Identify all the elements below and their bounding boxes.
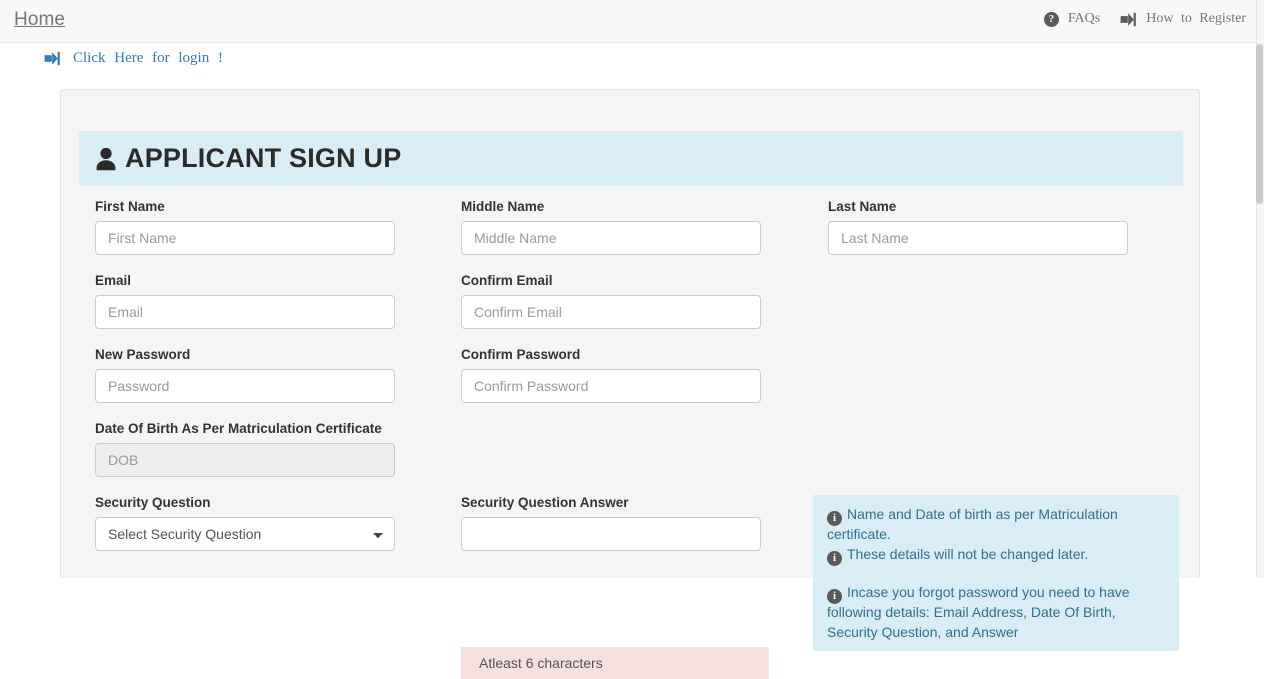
alert-name-dob-line-2: i These details will not be changed later…: [827, 544, 1167, 566]
email-input[interactable]: [95, 295, 395, 329]
sign-in-icon: [1120, 12, 1137, 27]
field-group-confirm-email: Confirm Email: [461, 273, 761, 329]
nav-link-faqs-label: FAQs: [1067, 11, 1101, 26]
field-group-confirm-password: Confirm Password: [461, 347, 761, 403]
field-group-new-password: New Password: [95, 347, 395, 403]
page-title-text: APPLICANT SIGN UP: [125, 143, 402, 173]
top-navbar: Home ? FAQs How to Register: [0, 0, 1256, 43]
confirm-password-label: Confirm Password: [461, 347, 581, 362]
field-group-middle-name: Middle Name: [461, 199, 761, 255]
info-circle-icon: i: [827, 551, 842, 566]
confirm-email-input[interactable]: [461, 295, 761, 329]
click-here-for-login-label: Click Here for login !: [73, 50, 223, 66]
middle-name-label: Middle Name: [461, 199, 545, 214]
info-circle-icon: i: [827, 511, 842, 526]
security-question-label: Security Question: [95, 495, 211, 510]
user-icon: [94, 146, 118, 172]
dob-input[interactable]: [95, 443, 395, 477]
first-name-input[interactable]: [95, 221, 395, 255]
scrollbar-up-arrow[interactable]: [1256, 2, 1263, 9]
field-group-first-name: First Name: [95, 199, 395, 255]
security-answer-label: Security Question Answer: [461, 495, 629, 510]
field-group-dob: Date Of Birth As Per Matriculation Certi…: [95, 421, 395, 477]
alert-name-dob-line-1: i Name and Date of birth as per Matricula…: [827, 504, 1167, 544]
field-group-security-question: Security Question Select Security Questi…: [95, 495, 395, 551]
confirm-email-label: Confirm Email: [461, 273, 553, 288]
new-password-label: New Password: [95, 347, 191, 362]
dob-label: Date Of Birth As Per Matriculation Certi…: [95, 421, 382, 436]
last-name-input[interactable]: [828, 221, 1128, 255]
page-title-banner: APPLICANT SIGN UP: [79, 131, 1183, 186]
alert-password-hint-text: Atleast 6 characters: [479, 655, 603, 671]
security-question-select[interactable]: Select Security Question: [95, 517, 395, 551]
security-answer-input[interactable]: [461, 517, 761, 551]
email-label: Email: [95, 273, 132, 288]
info-circle-icon: i: [827, 589, 842, 604]
page-scrollbar[interactable]: [1256, 0, 1264, 578]
alert-forgot-password-line-1: i Incase you forgot password you need to …: [827, 582, 1167, 642]
new-password-input[interactable]: [95, 369, 395, 403]
navbar-links: ? FAQs How to Register: [1034, 11, 1256, 27]
confirm-password-input[interactable]: [461, 369, 761, 403]
alert-forgot-password-text: Incase you forgot password you need to h…: [827, 584, 1130, 640]
question-circle-icon: ?: [1043, 11, 1059, 27]
alert-name-dob-text-1: Name and Date of birth as per Matriculat…: [827, 506, 1118, 542]
nav-link-how-to-register[interactable]: How to Register: [1110, 11, 1256, 27]
nav-link-how-to-register-label: How to Register: [1146, 11, 1246, 26]
page-title: APPLICANT SIGN UP: [94, 143, 401, 174]
field-group-security-answer: Security Question Answer: [461, 495, 761, 551]
last-name-label: Last Name: [828, 199, 897, 214]
signup-panel: APPLICANT SIGN UP First Name Middle Name…: [60, 89, 1200, 679]
alert-name-dob: i Name and Date of birth as per Matricula…: [813, 495, 1179, 573]
login-strip: Click Here for login !: [0, 43, 1256, 78]
first-name-label: First Name: [95, 199, 165, 214]
alert-password-hint: Atleast 6 characters: [461, 647, 769, 679]
scrollbar-thumb[interactable]: [1256, 44, 1263, 204]
sign-in-icon: [44, 51, 61, 66]
nav-brand-home[interactable]: Home: [14, 9, 65, 31]
field-group-last-name: Last Name: [828, 199, 1128, 255]
alert-forgot-password: i Incase you forgot password you need to …: [813, 573, 1179, 651]
click-here-for-login-link[interactable]: Click Here for login !: [44, 50, 223, 67]
nav-link-faqs[interactable]: ? FAQs: [1034, 11, 1110, 27]
middle-name-input[interactable]: [461, 221, 761, 255]
alert-name-dob-text-2: These details will not be changed later.: [847, 546, 1089, 562]
field-group-email: Email: [95, 273, 395, 329]
